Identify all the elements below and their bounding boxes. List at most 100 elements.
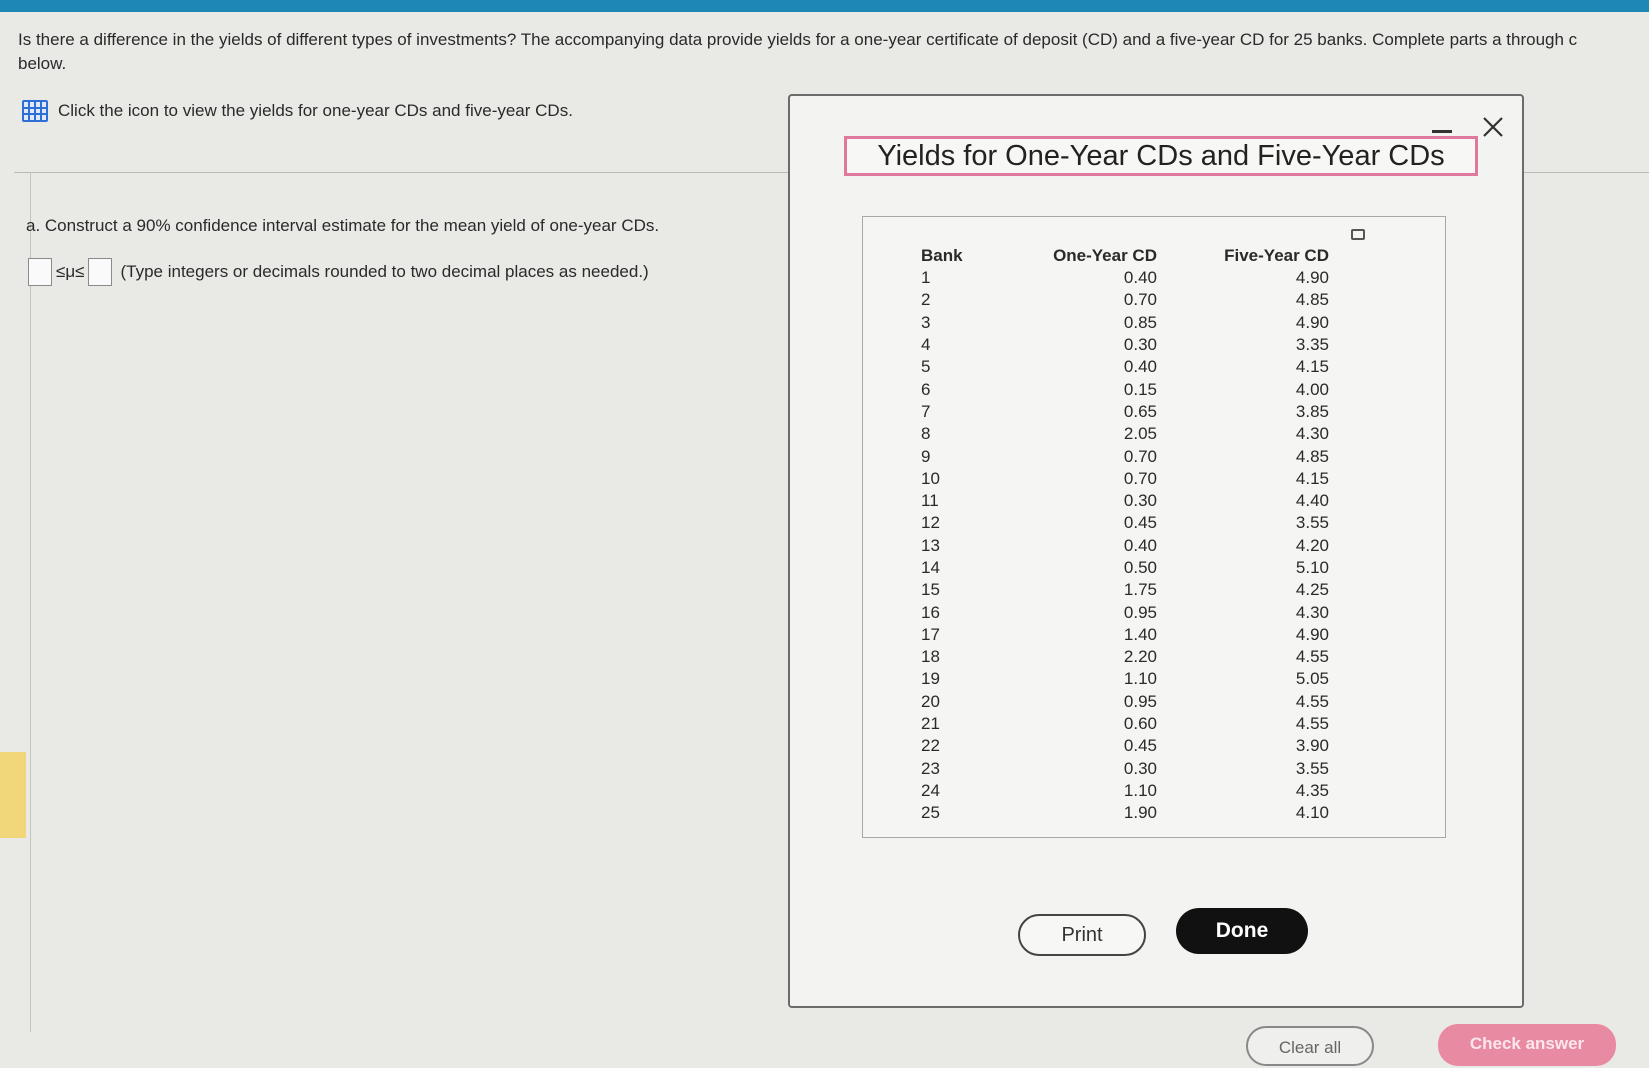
table-row: 20 0.95 4.55 [921,691,1329,713]
bank-cell: 23 [921,758,940,778]
view-data-link-text: Click the icon to view the yields for on… [58,101,573,120]
upper-bound-input[interactable] [88,258,113,286]
one-year-cell: 0.40 [1123,535,1157,555]
check-answer-button[interactable]: Check answer [1438,1024,1616,1066]
one-year-cell: 0.40 [1123,268,1157,288]
data-modal: Yields for One-Year CDs and Five-Year CD… [788,94,1524,1008]
five-year-cell: 4.90 [1295,312,1329,332]
one-year-cell: 0.50 [1123,558,1157,577]
table-row: 19 1.10 5.05 [921,668,1329,690]
bank-cell: 19 [921,669,940,689]
print-button[interactable]: Print [1018,914,1146,956]
table-row: 17 1.40 4.90 [921,624,1329,646]
five-year-cell: 3.85 [1295,401,1329,421]
one-year-cell: 0.95 [1123,602,1157,622]
bank-cell: 5 [921,357,931,377]
bank-cell: 15 [921,580,940,600]
header-five-year: Five-Year CD [1224,246,1329,265]
five-year-cell: 3.35 [1295,335,1329,355]
table-grid-icon[interactable] [22,100,48,122]
close-icon[interactable] [1480,114,1506,140]
bank-cell: 13 [921,535,940,555]
bank-cell: 2 [921,290,931,310]
view-data-row[interactable]: Click the icon to view the yields for on… [22,100,573,122]
one-year-cell: 0.70 [1123,290,1157,310]
one-year-cell: 1.90 [1123,803,1157,823]
table-row: 8 2.05 4.30 [921,423,1329,445]
table-row: 7 0.65 3.85 [921,401,1329,423]
table-row: 9 0.70 4.85 [921,445,1329,467]
bank-cell: 21 [921,714,940,734]
five-year-cell: 4.10 [1295,803,1329,823]
bank-cell: 10 [921,468,940,488]
one-year-cell: 0.85 [1123,312,1157,332]
one-year-cell: 0.60 [1123,714,1157,734]
five-year-cell: 4.30 [1295,424,1329,444]
top-bar [0,0,1649,12]
minimize-icon[interactable] [1432,130,1452,133]
table-row: 21 0.60 4.55 [921,713,1329,735]
data-table-container: Bank One-Year CD Five-Year CD 1 0.40 4.90 2… [862,216,1446,838]
answer-hint: (Type integers or decimals rounded to tw… [120,262,649,281]
five-year-cell: 4.00 [1295,379,1329,399]
table-row: 18 2.20 4.55 [921,646,1329,668]
five-year-cell: 4.85 [1295,290,1329,310]
five-year-cell: 4.20 [1295,535,1329,555]
one-year-cell: 0.70 [1123,446,1157,466]
table-row: 3 0.85 4.90 [921,312,1329,334]
bank-cell: 11 [921,491,939,511]
done-button[interactable]: Done [1176,908,1308,954]
bank-cell: 25 [921,803,940,823]
five-year-cell: 5.05 [1295,669,1329,689]
one-year-cell: 0.30 [1123,758,1157,778]
table-row: 22 0.45 3.90 [921,735,1329,757]
one-year-cell: 1.40 [1123,624,1157,644]
modal-title: Yields for One-Year CDs and Five-Year CD… [844,136,1478,176]
five-year-cell: 4.55 [1295,691,1329,711]
lower-bound-input[interactable] [28,258,52,286]
bank-cell: 8 [921,424,931,444]
table-row: 1 0.40 4.90 [921,267,1329,289]
left-rule [30,172,31,1032]
table-row: 4 0.30 3.35 [921,334,1329,356]
question-text: Is there a difference in the yields of d… [18,30,1578,73]
five-year-cell: 4.40 [1295,491,1329,511]
one-year-cell: 0.45 [1123,736,1157,756]
five-year-cell: 4.30 [1295,602,1329,622]
table-row: 16 0.95 4.30 [921,601,1329,623]
bank-cell: 14 [921,558,940,577]
table-row: 2 0.70 4.85 [921,289,1329,311]
clear-all-button[interactable]: Clear all [1246,1026,1374,1066]
copy-icon[interactable] [1351,229,1365,240]
table-row: 15 1.75 4.25 [921,579,1329,601]
five-year-cell: 4.15 [1295,357,1329,377]
bank-cell: 12 [921,513,940,533]
one-year-cell: 1.10 [1123,669,1157,689]
one-year-cell: 1.75 [1123,580,1157,600]
one-year-cell: 2.20 [1123,647,1157,667]
five-year-cell: 3.90 [1295,736,1329,756]
five-year-cell: 3.55 [1295,513,1329,533]
bank-cell: 24 [921,780,940,800]
table-row: 25 1.90 4.10 [921,802,1329,824]
bank-cell: 17 [921,624,940,644]
mu-inequality: ≤μ≤ [56,262,85,281]
table-row: 12 0.45 3.55 [921,512,1329,534]
five-year-cell: 3.55 [1295,758,1329,778]
five-year-cell: 4.55 [1295,647,1329,667]
five-year-cell: 4.90 [1295,268,1329,288]
one-year-cell: 1.10 [1123,780,1157,800]
one-year-cell: 0.30 [1123,335,1157,355]
header-one-year: One-Year CD [1053,246,1157,265]
table-row: 13 0.40 4.20 [921,535,1329,557]
one-year-cell: 0.95 [1123,691,1157,711]
bank-cell: 3 [921,312,931,332]
one-year-cell: 2.05 [1123,424,1157,444]
table-row: 24 1.10 4.35 [921,780,1329,802]
one-year-cell: 0.15 [1123,379,1157,399]
table-header-row: Bank One-Year CD Five-Year CD [921,245,1329,267]
table-row: 23 0.30 3.55 [921,758,1329,780]
bank-cell: 20 [921,691,940,711]
one-year-cell: 0.70 [1123,468,1157,488]
one-year-cell: 0.30 [1123,491,1157,511]
